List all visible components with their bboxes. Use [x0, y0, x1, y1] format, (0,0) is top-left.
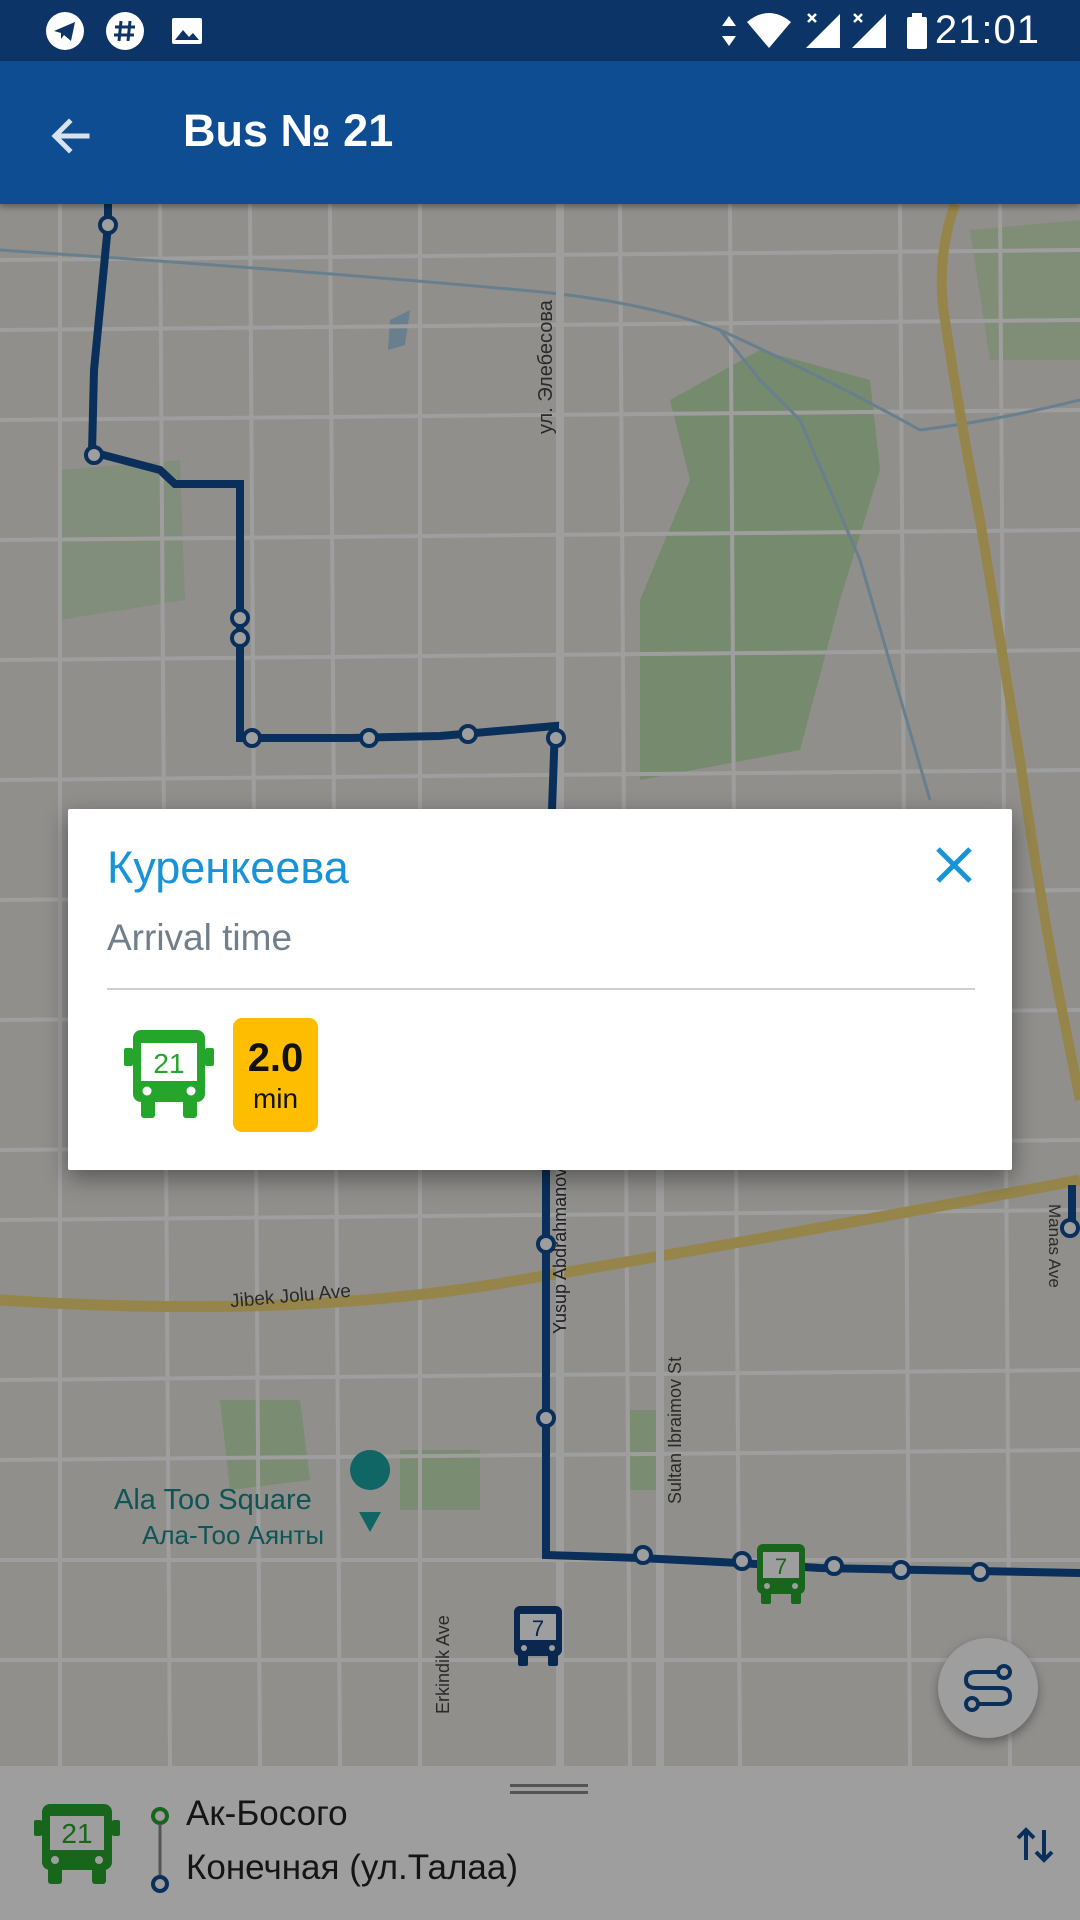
status-time: 21:01: [934, 8, 1040, 52]
destination-stop: Конечная (ул.Талаа): [186, 1848, 519, 1887]
arrival-route-badge: 21: [121, 1026, 217, 1124]
route-number: 21: [61, 1818, 93, 1849]
telegram-icon: [46, 12, 84, 50]
vehicle-route-number: 7: [774, 1554, 788, 1579]
vehicle-marker-green[interactable]: 7: [751, 1540, 811, 1608]
arrival-unit: min: [252, 1083, 299, 1114]
page-title: Bus № 21: [183, 105, 394, 156]
route-summary-panel: 21 Ак-Босого Конечная (ул.Талаа): [0, 1766, 1080, 1920]
stop-connector: [151, 1807, 169, 1893]
image-icon: [172, 18, 202, 44]
origin-stop: Ак-Босого: [186, 1794, 348, 1833]
arrival-route-number: 21: [153, 1048, 185, 1079]
vehicle-marker-blue[interactable]: 7: [508, 1602, 568, 1670]
route-icon: [963, 1664, 1013, 1712]
vehicle-route-number: 7: [531, 1616, 545, 1641]
poi-label-en: Ala Too Square: [114, 1484, 312, 1516]
arrival-time-badge: 2.0 min: [233, 1018, 318, 1132]
divider: [107, 988, 975, 990]
street-label: Erkindik Ave: [433, 1615, 453, 1714]
wifi-icon: [747, 13, 791, 48]
arrival-dialog: Куренкеева Arrival time 21 2.0 min: [68, 809, 1012, 1170]
route-badge: 21: [30, 1800, 124, 1890]
drag-handle[interactable]: [510, 1784, 588, 1794]
back-button[interactable]: [36, 101, 106, 171]
signal-icon: [806, 13, 840, 48]
poi-label-ru: Ала-Тоо Аянты: [142, 1520, 324, 1550]
hashtag-icon: [106, 12, 144, 50]
app-bar: Bus № 21: [0, 61, 1080, 204]
street-label: Yusup Abdrahmanov St: [550, 1145, 570, 1334]
park-area: [220, 1400, 310, 1490]
park-area: [630, 1410, 660, 1490]
close-button[interactable]: [928, 839, 980, 891]
route-button[interactable]: [938, 1638, 1038, 1738]
signal-icon: [852, 13, 886, 48]
park-area: [400, 1450, 480, 1510]
arrow-left-icon: [51, 118, 90, 154]
street-label: Sultan Ibraimov St: [665, 1356, 685, 1504]
battery-icon: [907, 13, 927, 49]
arrival-value: 2.0: [247, 1036, 304, 1080]
stop-name: Куренкеева: [107, 842, 349, 893]
street-label: Manas Ave: [1045, 1204, 1064, 1288]
dialog-subtitle: Arrival time: [107, 917, 293, 958]
data-arrows-icon: [722, 16, 736, 46]
close-icon: [936, 847, 972, 883]
street-label: ул. Элебесова: [535, 300, 557, 434]
status-bar: 21:01: [0, 0, 1080, 61]
swap-vertical-icon[interactable]: [1010, 1820, 1060, 1870]
